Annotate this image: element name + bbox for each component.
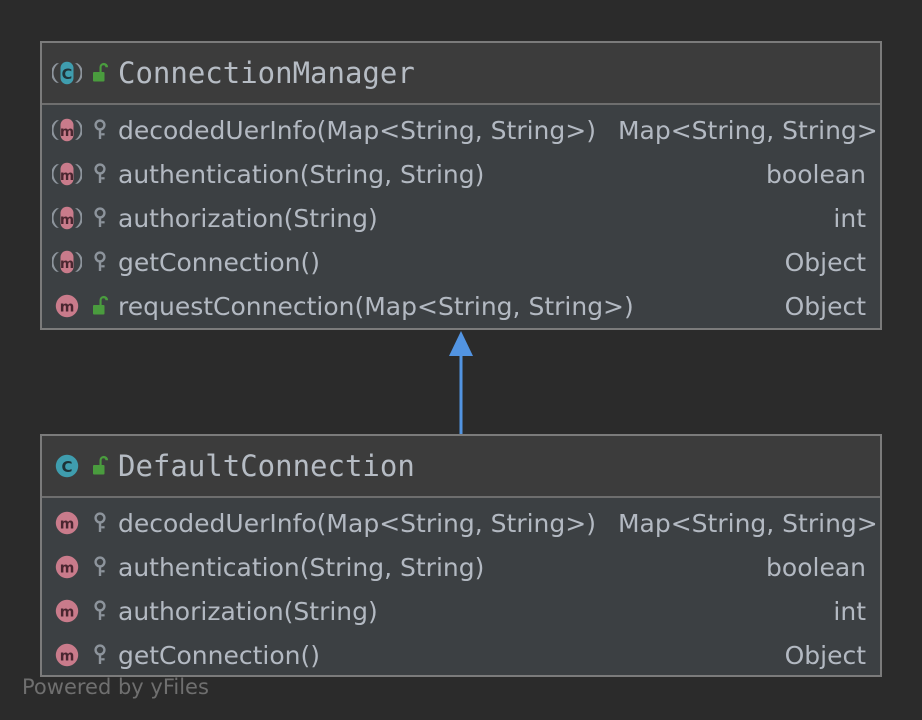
member-return-type: int bbox=[833, 203, 866, 233]
svg-text:m: m bbox=[60, 124, 74, 140]
member-return-type: boolean bbox=[766, 552, 866, 582]
svg-text:m: m bbox=[60, 168, 74, 184]
class-name-default-connection: DefaultConnection bbox=[118, 449, 415, 483]
key-protected-icon bbox=[90, 249, 110, 275]
unlocked-public-icon bbox=[90, 453, 110, 479]
member-name: authentication(String, String) bbox=[118, 552, 485, 582]
svg-text:m: m bbox=[60, 300, 75, 316]
member-row[interactable]: m getConnection() Object bbox=[42, 633, 880, 677]
key-protected-icon bbox=[90, 642, 110, 668]
uml-class-default-connection[interactable]: C DefaultConnection m decodedUerInfo(Map… bbox=[40, 434, 882, 677]
member-name: decodedUerInfo(Map<String, String>) bbox=[118, 508, 596, 538]
class-name-connection-manager: ConnectionManager bbox=[118, 56, 415, 90]
key-protected-icon bbox=[90, 554, 110, 580]
member-return-type: Object bbox=[784, 247, 866, 277]
inheritance-arrowhead bbox=[449, 331, 473, 356]
abstract-method-icon: m bbox=[52, 247, 82, 277]
svg-text:m: m bbox=[60, 605, 75, 621]
member-name: getConnection() bbox=[118, 640, 321, 670]
member-return-type: Map<String, String> bbox=[617, 508, 878, 538]
member-return-type: Map<String, String> bbox=[617, 115, 878, 145]
class-header-connection-manager: C ConnectionManager bbox=[42, 43, 880, 105]
svg-text:C: C bbox=[61, 458, 72, 476]
member-row[interactable]: m decodedUerInfo(Map<String, String>) Ma… bbox=[42, 108, 880, 152]
member-row[interactable]: m decodedUerInfo(Map<String, String>) Ma… bbox=[42, 501, 880, 545]
key-protected-icon bbox=[90, 598, 110, 624]
key-protected-icon bbox=[90, 510, 110, 536]
unlocked-public-icon bbox=[90, 60, 110, 86]
key-protected-icon bbox=[90, 117, 110, 143]
abstract-method-icon: m bbox=[52, 115, 82, 145]
uml-class-connection-manager[interactable]: C ConnectionManager m decodedUerInfo(Map… bbox=[40, 41, 882, 330]
member-name: authorization(String) bbox=[118, 203, 378, 233]
method-icon: m bbox=[52, 552, 82, 582]
svg-text:m: m bbox=[60, 212, 74, 228]
member-return-type: Object bbox=[784, 640, 866, 670]
member-row[interactable]: m authorization(String) int bbox=[42, 196, 880, 240]
member-row[interactable]: m requestConnection(Map<String, String>)… bbox=[42, 284, 880, 328]
method-icon: m bbox=[52, 640, 82, 670]
yfiles-watermark: Powered by yFiles bbox=[22, 675, 209, 699]
abstract-method-icon: m bbox=[52, 159, 82, 189]
svg-text:m: m bbox=[60, 256, 74, 272]
svg-text:C: C bbox=[62, 67, 73, 83]
abstract-method-icon: m bbox=[52, 203, 82, 233]
unlocked-public-icon bbox=[90, 293, 110, 319]
member-list-connection-manager: m decodedUerInfo(Map<String, String>) Ma… bbox=[42, 105, 880, 334]
class-icon: C bbox=[52, 451, 82, 481]
method-icon: m bbox=[52, 508, 82, 538]
member-name: decodedUerInfo(Map<String, String>) bbox=[118, 115, 596, 145]
member-list-default-connection: m decodedUerInfo(Map<String, String>) Ma… bbox=[42, 498, 880, 683]
diagram-canvas: C ConnectionManager m decodedUerInfo(Map… bbox=[0, 0, 922, 720]
abstract-class-icon: C bbox=[52, 58, 82, 88]
svg-text:m: m bbox=[60, 649, 75, 665]
key-protected-icon bbox=[90, 161, 110, 187]
member-return-type: int bbox=[833, 596, 866, 626]
member-name: authentication(String, String) bbox=[118, 159, 485, 189]
member-name: requestConnection(Map<String, String>) bbox=[118, 291, 634, 321]
member-row[interactable]: m getConnection() Object bbox=[42, 240, 880, 284]
class-header-default-connection: C DefaultConnection bbox=[42, 436, 880, 498]
member-return-type: boolean bbox=[766, 159, 866, 189]
member-row[interactable]: m authentication(String, String) boolean bbox=[42, 545, 880, 589]
member-name: getConnection() bbox=[118, 247, 321, 277]
method-icon: m bbox=[52, 291, 82, 321]
method-icon: m bbox=[52, 596, 82, 626]
svg-text:m: m bbox=[60, 561, 75, 577]
member-row[interactable]: m authorization(String) int bbox=[42, 589, 880, 633]
key-protected-icon bbox=[90, 205, 110, 231]
member-name: authorization(String) bbox=[118, 596, 378, 626]
member-return-type: Object bbox=[784, 291, 866, 321]
member-row[interactable]: m authentication(String, String) boolean bbox=[42, 152, 880, 196]
svg-text:m: m bbox=[60, 517, 75, 533]
